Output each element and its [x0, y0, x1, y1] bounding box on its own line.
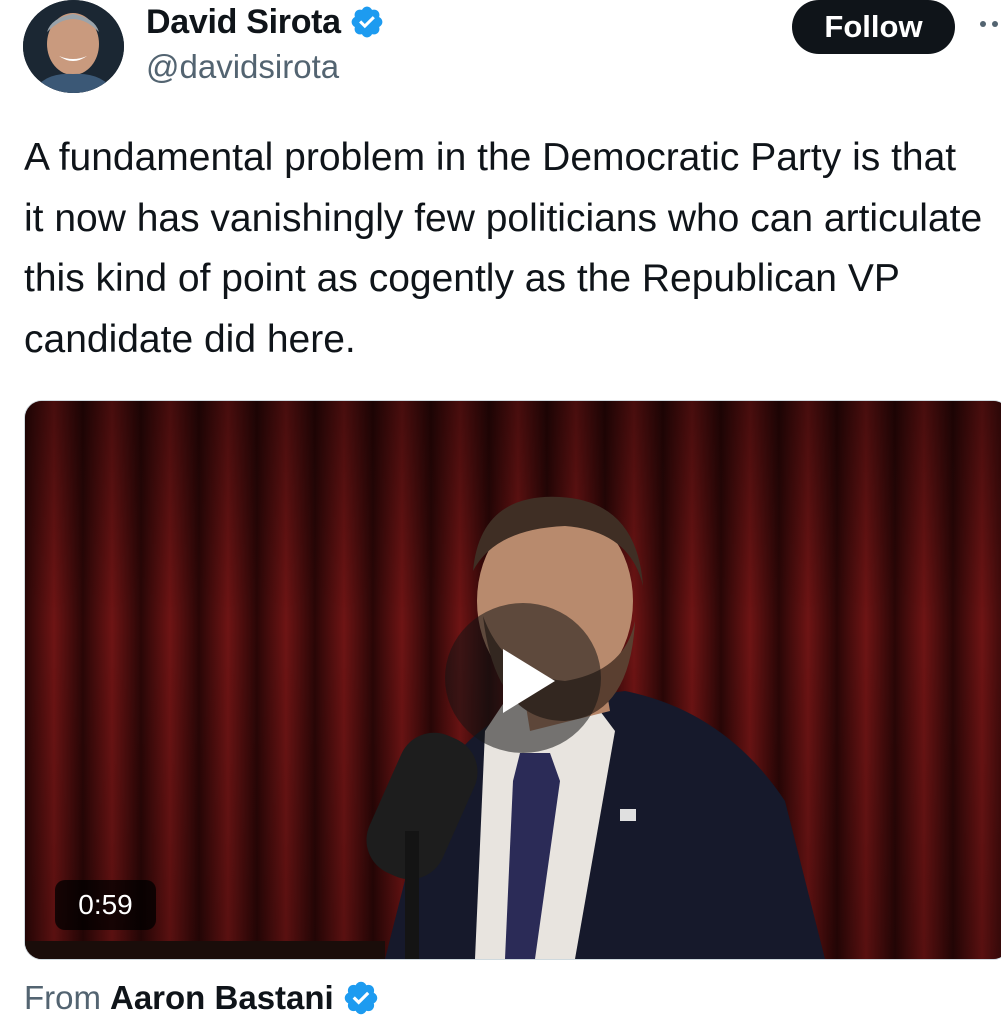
verified-badge-icon: [344, 981, 377, 1015]
video-duration-badge: 0:59: [55, 880, 156, 930]
play-button[interactable]: [445, 603, 601, 753]
verified-badge-icon: [351, 6, 383, 38]
author-handle[interactable]: @davidsirota: [146, 48, 339, 86]
attribution-prefix: From: [24, 979, 101, 1016]
author-avatar[interactable]: [23, 0, 124, 93]
tweet-text: A fundamental problem in the Democratic …: [24, 136, 983, 361]
author-name[interactable]: David Sirota: [146, 3, 341, 42]
follow-button[interactable]: Follow: [792, 0, 955, 54]
play-icon: [503, 649, 555, 713]
author-name-row[interactable]: David Sirota: [146, 0, 385, 44]
more-horizontal-icon[interactable]: [975, 15, 1001, 35]
attribution-name-link[interactable]: Aaron Bastani: [110, 979, 334, 1017]
video-attribution: From Aaron Bastani: [24, 976, 380, 1020]
